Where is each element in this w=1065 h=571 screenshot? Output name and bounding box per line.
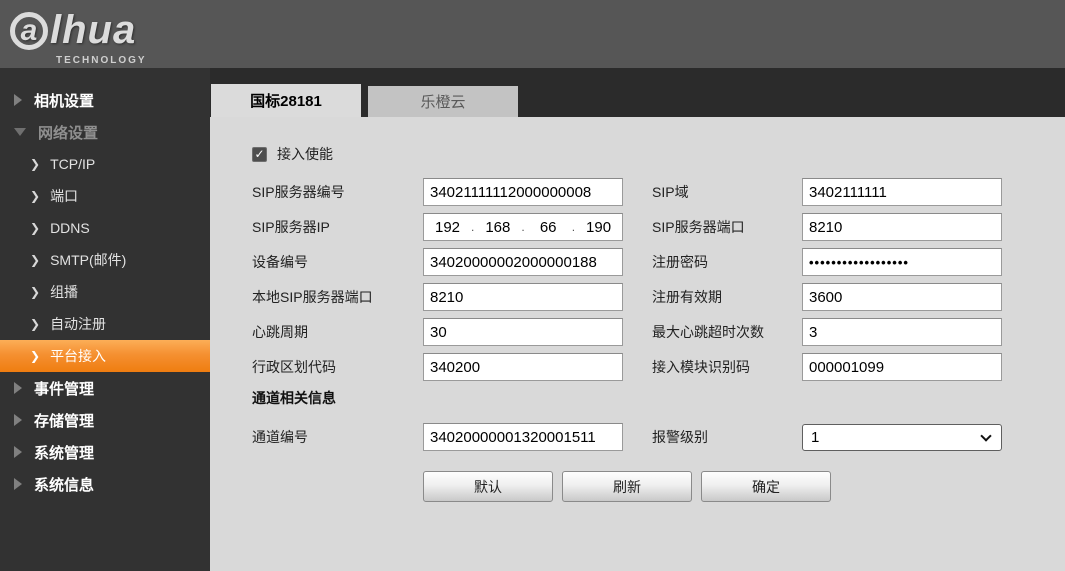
sidebar-item-tcpip[interactable]: ❯ TCP/IP (0, 148, 210, 180)
sidebar-item-auto-register[interactable]: ❯ 自动注册 (0, 308, 210, 340)
sip-server-id-input[interactable] (423, 178, 623, 206)
sip-domain-label: SIP域 (652, 182, 802, 202)
device-id-input[interactable] (423, 248, 623, 276)
sip-server-ip-input[interactable]: 192 . 168 . 66 . 190 (423, 213, 623, 241)
admin-division-code-label: 行政区划代码 (252, 357, 423, 377)
max-heartbeat-timeout-input[interactable] (802, 318, 1002, 346)
sidebar-item-multicast[interactable]: ❯ 组播 (0, 276, 210, 308)
sidebar-nav: 相机设置 网络设置 ❯ TCP/IP ❯ 端口 ❯ DDNS ❯ SMTP(邮件… (0, 68, 210, 571)
sidebar-item-network-settings[interactable]: 网络设置 (0, 116, 210, 148)
sidebar-item-storage-management[interactable]: 存储管理 (0, 404, 210, 436)
form-row: SIP服务器IP 192 . 168 . 66 . 190 SIP服务器端口 (252, 213, 1065, 241)
triangle-down-icon (14, 128, 26, 136)
access-module-id-input[interactable] (802, 353, 1002, 381)
tab-lechengyun[interactable]: 乐橙云 (368, 86, 518, 117)
form-row: 行政区划代码 接入模块识别码 (252, 353, 1065, 381)
button-row: 默认 刷新 确定 (423, 471, 1065, 502)
register-password-label: 注册密码 (652, 252, 802, 272)
sip-server-ip-label: SIP服务器IP (252, 217, 423, 237)
tab-gb28181[interactable]: 国标28181 (211, 84, 361, 117)
form-row: 设备编号 注册密码 (252, 248, 1065, 276)
device-id-label: 设备编号 (252, 252, 423, 272)
sip-server-port-input[interactable] (802, 213, 1002, 241)
sip-server-id-label: SIP服务器编号 (252, 182, 423, 202)
logo-text: lhua (50, 8, 136, 53)
dahua-web-app: a lhua TECHNOLOGY 相机设置 网络设置 ❯ TCP/IP ❯ 端… (0, 0, 1065, 571)
form-row: 通道编号 报警级别 1 (252, 423, 1065, 451)
register-validity-label: 注册有效期 (652, 287, 802, 307)
form-row: 本地SIP服务器端口 注册有效期 (252, 283, 1065, 311)
sip-domain-input[interactable] (802, 178, 1002, 206)
channel-id-label: 通道编号 (252, 427, 423, 447)
alarm-level-label: 报警级别 (652, 427, 802, 447)
default-button[interactable]: 默认 (423, 471, 553, 502)
triangle-right-icon (14, 94, 22, 106)
triangle-right-icon (14, 414, 22, 426)
triangle-right-icon (14, 478, 22, 490)
sidebar-item-system-info[interactable]: 系统信息 (0, 468, 210, 500)
form-row: SIP服务器编号 SIP域 (252, 178, 1065, 206)
chevron-right-icon: ❯ (30, 190, 40, 202)
sidebar-item-ddns[interactable]: ❯ DDNS (0, 212, 210, 244)
app-header: a lhua TECHNOLOGY (0, 0, 1065, 68)
heartbeat-period-input[interactable] (423, 318, 623, 346)
logo-a-circle-icon: a (10, 12, 48, 50)
admin-division-code-input[interactable] (423, 353, 623, 381)
enable-checkbox[interactable]: ✓ (252, 147, 267, 162)
channel-info-section-header: 通道相关信息 (252, 388, 1065, 408)
register-password-input[interactable] (802, 248, 1002, 276)
local-sip-server-port-label: 本地SIP服务器端口 (252, 287, 423, 307)
enable-label: 接入使能 (277, 144, 333, 164)
access-module-id-label: 接入模块识别码 (652, 357, 802, 377)
local-sip-server-port-input[interactable] (423, 283, 623, 311)
form-row: 心跳周期 最大心跳超时次数 (252, 318, 1065, 346)
alarm-level-value: 1 (811, 429, 819, 446)
checkmark-icon: ✓ (254, 148, 264, 160)
sidebar-item-smtp[interactable]: ❯ SMTP(邮件) (0, 244, 210, 276)
heartbeat-period-label: 心跳周期 (252, 322, 423, 342)
sip-server-port-label: SIP服务器端口 (652, 217, 802, 237)
sidebar-item-event-management[interactable]: 事件管理 (0, 372, 210, 404)
sidebar-item-port[interactable]: ❯ 端口 (0, 180, 210, 212)
channel-id-input[interactable] (423, 423, 623, 451)
platform-access-form: ✓ 接入使能 SIP服务器编号 SIP域 SIP服务器IP 192 . 168 … (210, 117, 1065, 571)
alarm-level-select[interactable]: 1 (802, 424, 1002, 451)
chevron-down-icon (980, 430, 991, 441)
confirm-button[interactable]: 确定 (701, 471, 831, 502)
logo-subtitle: TECHNOLOGY (56, 55, 147, 66)
refresh-button[interactable]: 刷新 (562, 471, 692, 502)
sidebar-item-system-management[interactable]: 系统管理 (0, 436, 210, 468)
chevron-right-icon: ❯ (30, 254, 40, 266)
chevron-right-icon: ❯ (30, 318, 40, 330)
sidebar-item-platform-access[interactable]: ❯ 平台接入 (0, 340, 210, 372)
ip-octet-4[interactable]: 190 (575, 219, 622, 236)
ip-octet-1[interactable]: 192 (424, 219, 471, 236)
max-heartbeat-timeout-label: 最大心跳超时次数 (652, 322, 802, 342)
enable-row: ✓ 接入使能 (252, 144, 1065, 164)
register-validity-input[interactable] (802, 283, 1002, 311)
ip-octet-3[interactable]: 66 (525, 219, 572, 236)
chevron-right-icon: ❯ (30, 222, 40, 234)
tab-bar: 国标28181 乐橙云 (210, 68, 1065, 117)
chevron-right-icon: ❯ (30, 350, 40, 362)
ip-octet-2[interactable]: 168 (474, 219, 521, 236)
dahua-logo: a lhua TECHNOLOGY (10, 8, 147, 66)
chevron-right-icon: ❯ (30, 158, 40, 170)
sidebar-item-camera-settings[interactable]: 相机设置 (0, 84, 210, 116)
triangle-right-icon (14, 382, 22, 394)
triangle-right-icon (14, 446, 22, 458)
chevron-right-icon: ❯ (30, 286, 40, 298)
